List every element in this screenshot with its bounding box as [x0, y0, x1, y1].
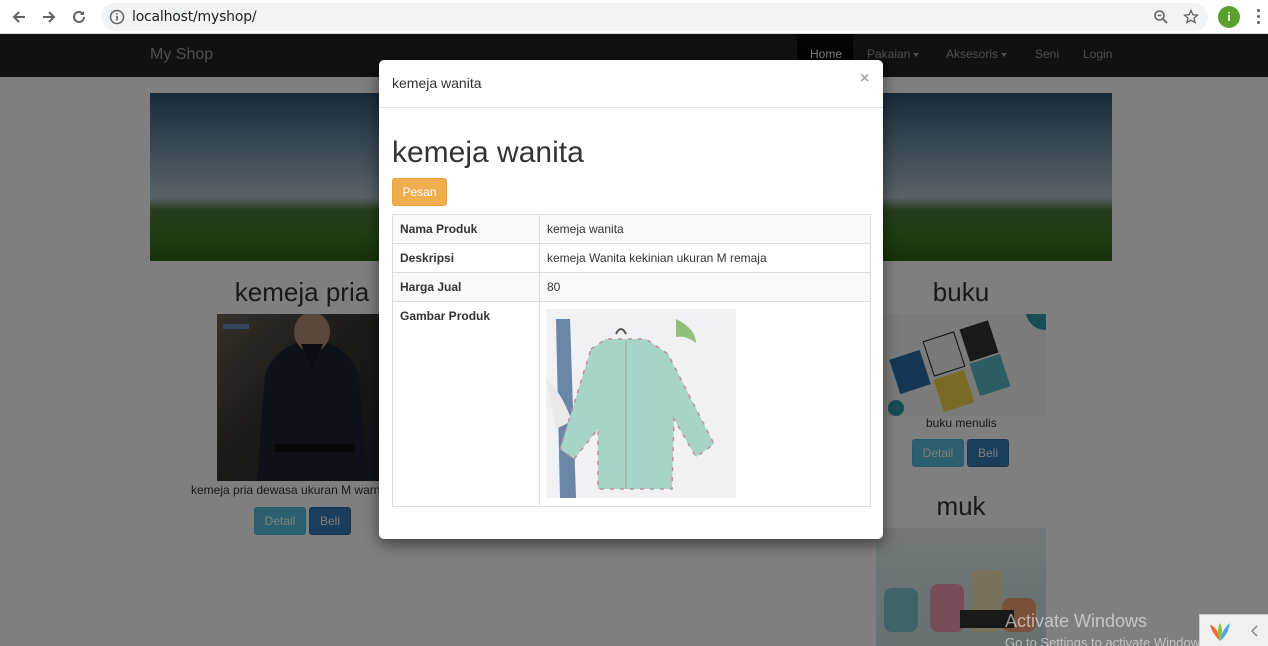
product-image-kemeja-wanita	[546, 309, 736, 498]
table-row: Deskripsi kemeja Wanita kekinian ukuran …	[392, 243, 871, 273]
chevron-left-icon[interactable]	[1250, 624, 1260, 642]
page-content: My Shop Home Pakaian Aksesoris Seni Logi…	[0, 34, 1268, 646]
table-row: Gambar Produk	[392, 301, 871, 507]
windows-activation-watermark-title: Activate Windows	[1005, 611, 1148, 631]
modal-header: kemeja wanita ×	[379, 60, 883, 108]
profile-avatar[interactable]: i	[1218, 6, 1240, 28]
windows-activation-watermark-text: Go to Settings to activate Windows.	[1005, 635, 1211, 646]
row-value: 80	[539, 272, 871, 302]
reload-icon[interactable]	[67, 5, 91, 29]
table-row: Harga Jual 80	[392, 272, 871, 302]
browser-menu-icon[interactable]	[1252, 8, 1264, 26]
row-label: Harga Jual	[392, 272, 540, 302]
back-arrow-icon[interactable]	[7, 5, 31, 29]
forward-arrow-icon[interactable]	[37, 5, 61, 29]
bookmark-star-icon[interactable]	[1182, 8, 1200, 30]
table-row: Nama Produk kemeja wanita	[392, 214, 871, 244]
product-detail-modal: kemeja wanita × kemeja wanita Pesan Nama…	[379, 60, 883, 539]
info-icon[interactable]	[109, 9, 125, 30]
system-tray	[1199, 614, 1268, 646]
close-icon[interactable]: ×	[860, 70, 869, 88]
row-label: Gambar Produk	[392, 301, 540, 507]
row-value: kemeja wanita	[539, 214, 871, 244]
row-label: Deskripsi	[392, 243, 540, 273]
modal-title: kemeja wanita	[392, 75, 482, 91]
row-label: Nama Produk	[392, 214, 540, 244]
product-detail-table: Nama Produk kemeja wanita Deskripsi keme…	[392, 214, 871, 507]
zoom-icon[interactable]	[1153, 9, 1169, 30]
address-bar[interactable]: localhost/myshop/	[101, 3, 1208, 31]
row-value-image	[539, 301, 871, 507]
app-logo-icon[interactable]	[1208, 621, 1232, 646]
row-value: kemeja Wanita kekinian ukuran M remaja	[539, 243, 871, 273]
url-text[interactable]: localhost/myshop/	[132, 9, 257, 25]
order-button[interactable]: Pesan	[392, 178, 447, 206]
browser-toolbar: localhost/myshop/ i	[0, 0, 1268, 34]
product-heading: kemeja wanita	[392, 136, 584, 169]
